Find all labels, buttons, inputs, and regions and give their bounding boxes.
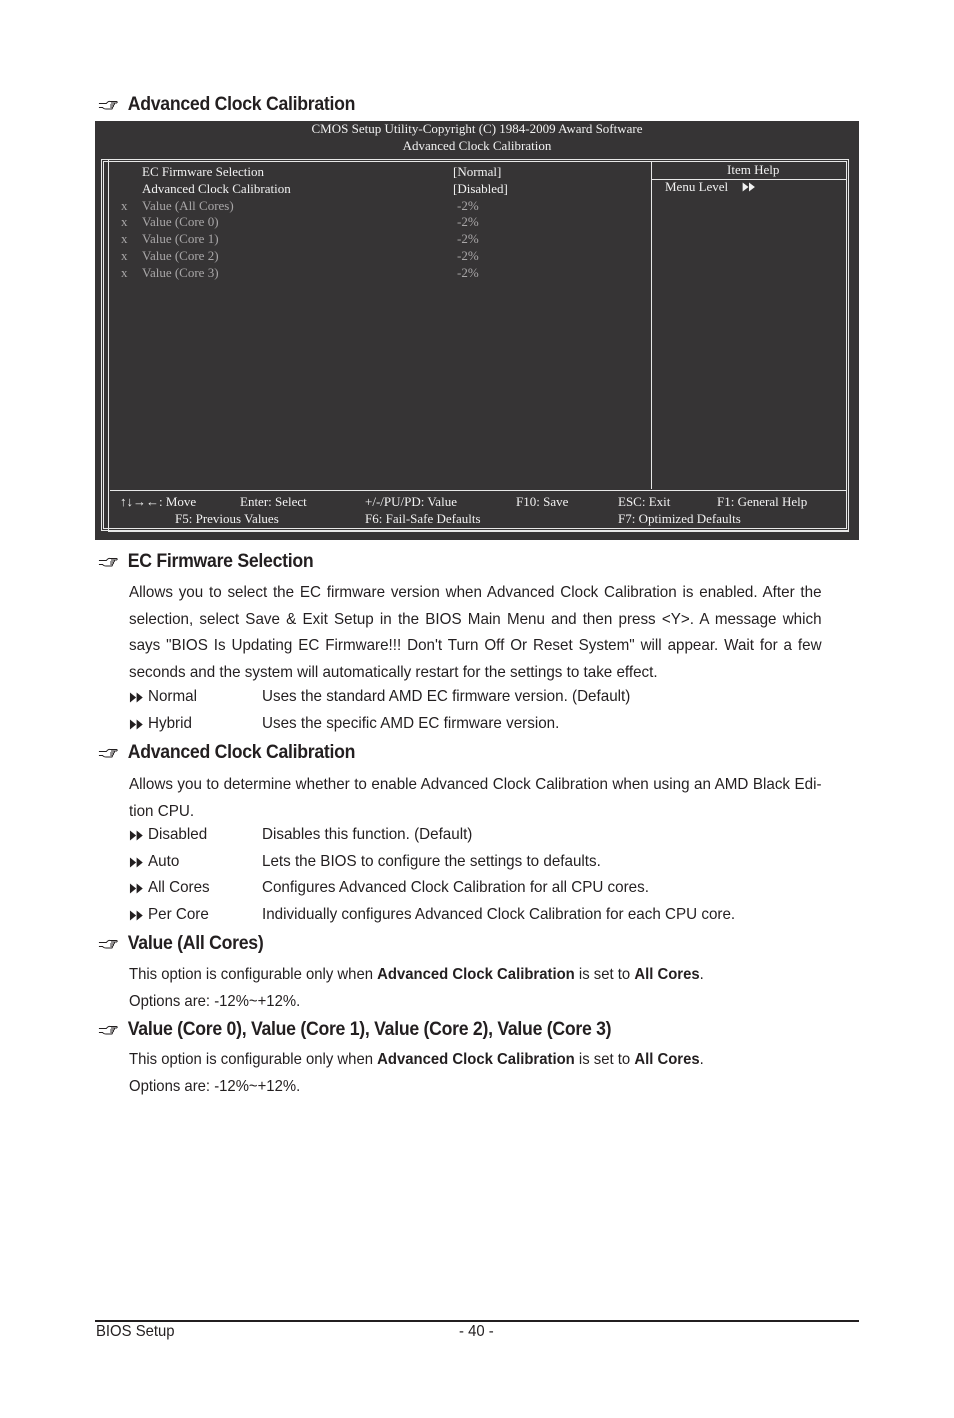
key-f10: F10: Save (516, 494, 569, 509)
double-arrow-icon (129, 719, 144, 730)
heading-text: EC Firmware Selection (127, 551, 314, 572)
bios-item-label: Value (Core 1) (142, 231, 219, 247)
bios-item-label: Value (Core 2) (142, 248, 219, 263)
footer-section-name: BIOS Setup (96, 1323, 175, 1340)
note-text: is set to (574, 1051, 635, 1068)
note-text: This option is configurable only when (129, 1051, 378, 1068)
key-f6: F6: Fail-Safe Defaults (365, 511, 481, 526)
item-disabled-marker: x (121, 248, 128, 263)
heading-text: Value (Core 0), Value (Core 1), Value (C… (127, 1019, 612, 1040)
double-right-arrow-icon (742, 182, 756, 192)
option-all-cores: All Cores Configures Advanced Clock Cali… (129, 879, 649, 897)
bios-item-value[interactable]: [Normal] (453, 164, 501, 180)
value-cores-options: Options are: -12%~+12%. (129, 1078, 301, 1095)
value-all-options: Options are: -12%~+12%. (129, 993, 301, 1010)
option-per-core: Per Core Individually configures Advance… (129, 906, 735, 924)
double-arrow-icon (129, 692, 144, 703)
double-arrow-icon (129, 910, 144, 921)
pointing-hand-icon (98, 556, 118, 568)
item-disabled-marker: x (121, 231, 128, 247)
key-enter: Enter: Select (240, 494, 307, 509)
double-arrow-icon (129, 883, 144, 894)
option-auto: Auto Lets the BIOS to configure the sett… (129, 853, 601, 871)
pointing-hand-icon (98, 99, 118, 111)
option-name: Hybrid (148, 715, 192, 732)
item-disabled-marker: x (121, 214, 128, 230)
note-bold-setting: Advanced Clock Calibration (377, 1051, 575, 1068)
bios-item-label: Value (All Cores) (142, 197, 234, 213)
bios-item-label: Value (Core 0) (142, 214, 219, 230)
section-heading-adv-clock: Advanced Clock Calibration (98, 742, 355, 764)
adv-clock-description: Allows you to determine whether to enabl… (129, 776, 822, 820)
section-heading-main: Advanced Clock Calibration (98, 94, 355, 116)
menu-level-label: Menu Level (665, 179, 729, 194)
bios-item-label[interactable]: Advanced Clock Calibration (142, 181, 291, 197)
value-all-note: This option is configurable only when Ad… (129, 966, 704, 984)
item-disabled-marker: x (121, 264, 128, 280)
key-f1: F1: General Help (717, 494, 808, 509)
bios-item-label: Value (Core 3) (142, 264, 219, 280)
option-normal: Normal Uses the standard AMD EC firmware… (129, 688, 630, 706)
option-desc: Individually configures Advanced Clock C… (262, 906, 736, 923)
option-name: All Cores (148, 879, 210, 896)
option-desc: Configures Advanced Clock Calibration fo… (262, 879, 649, 896)
bios-item-label[interactable]: EC Firmware Selection (142, 164, 264, 180)
heading-text: Advanced Clock Calibration (127, 742, 356, 763)
value-cores-note: This option is configurable only when Ad… (129, 1051, 704, 1069)
option-name: Normal (148, 688, 197, 705)
note-text: . (699, 966, 704, 983)
bios-item-value: -2% (457, 264, 479, 280)
pointing-hand-icon (98, 1024, 118, 1036)
footer-rule (95, 1320, 859, 1322)
bios-item-value: -2% (457, 214, 479, 230)
option-name: Per Core (148, 906, 209, 923)
double-arrow-icon (129, 830, 144, 841)
option-name: Auto (148, 853, 180, 870)
note-text: is set to (574, 966, 635, 983)
key-f7: F7: Optimized Defaults (618, 511, 741, 526)
note-bold-value: All Cores (634, 1051, 700, 1068)
pointing-hand-icon (98, 938, 118, 950)
bios-item-value[interactable]: [Disabled] (453, 181, 508, 197)
heading-text: Advanced Clock Calibration (127, 94, 356, 115)
key-move: ↑↓→←: Move (120, 494, 197, 509)
section-heading-value-cores: Value (Core 0), Value (Core 1), Value (C… (98, 1019, 612, 1041)
note-bold-setting: Advanced Clock Calibration (377, 966, 575, 983)
heading-text: Value (All Cores) (127, 933, 264, 954)
option-disabled: Disabled Disables this function. (Defaul… (129, 826, 472, 844)
pointing-hand-icon (98, 747, 118, 759)
option-desc: Lets the BIOS to configure the settings … (262, 853, 601, 870)
key-esc: ESC: Exit (618, 494, 671, 509)
option-desc: Disables this function. (Default) (262, 826, 473, 843)
bios-item-value: -2% (457, 248, 479, 263)
key-f5: F5: Previous Values (175, 511, 279, 526)
bios-item-value: -2% (457, 231, 479, 247)
key-value: +/-/PU/PD: Value (365, 494, 457, 509)
option-desc: Uses the standard AMD EC firmware versio… (262, 688, 631, 705)
note-text: This option is configurable only when (129, 966, 378, 983)
ec-firmware-description: Allows you to select the EC firmware ver… (129, 584, 822, 681)
option-desc: Uses the specific AMD EC firmware versio… (262, 715, 560, 732)
option-name: Disabled (148, 826, 208, 843)
double-arrow-icon (129, 857, 144, 868)
note-bold-value: All Cores (634, 966, 700, 983)
item-disabled-marker: x (121, 197, 128, 213)
bios-item-value: -2% (457, 197, 479, 213)
note-text: . (699, 1051, 704, 1068)
section-heading-value-all: Value (All Cores) (98, 933, 264, 955)
menu-level: Menu Level (665, 179, 757, 195)
option-hybrid: Hybrid Uses the specific AMD EC firmware… (129, 715, 559, 733)
page-number: - 40 - (459, 1323, 494, 1340)
item-help-title: Item Help (727, 162, 780, 177)
section-heading-ec-firmware: EC Firmware Selection (98, 551, 314, 573)
